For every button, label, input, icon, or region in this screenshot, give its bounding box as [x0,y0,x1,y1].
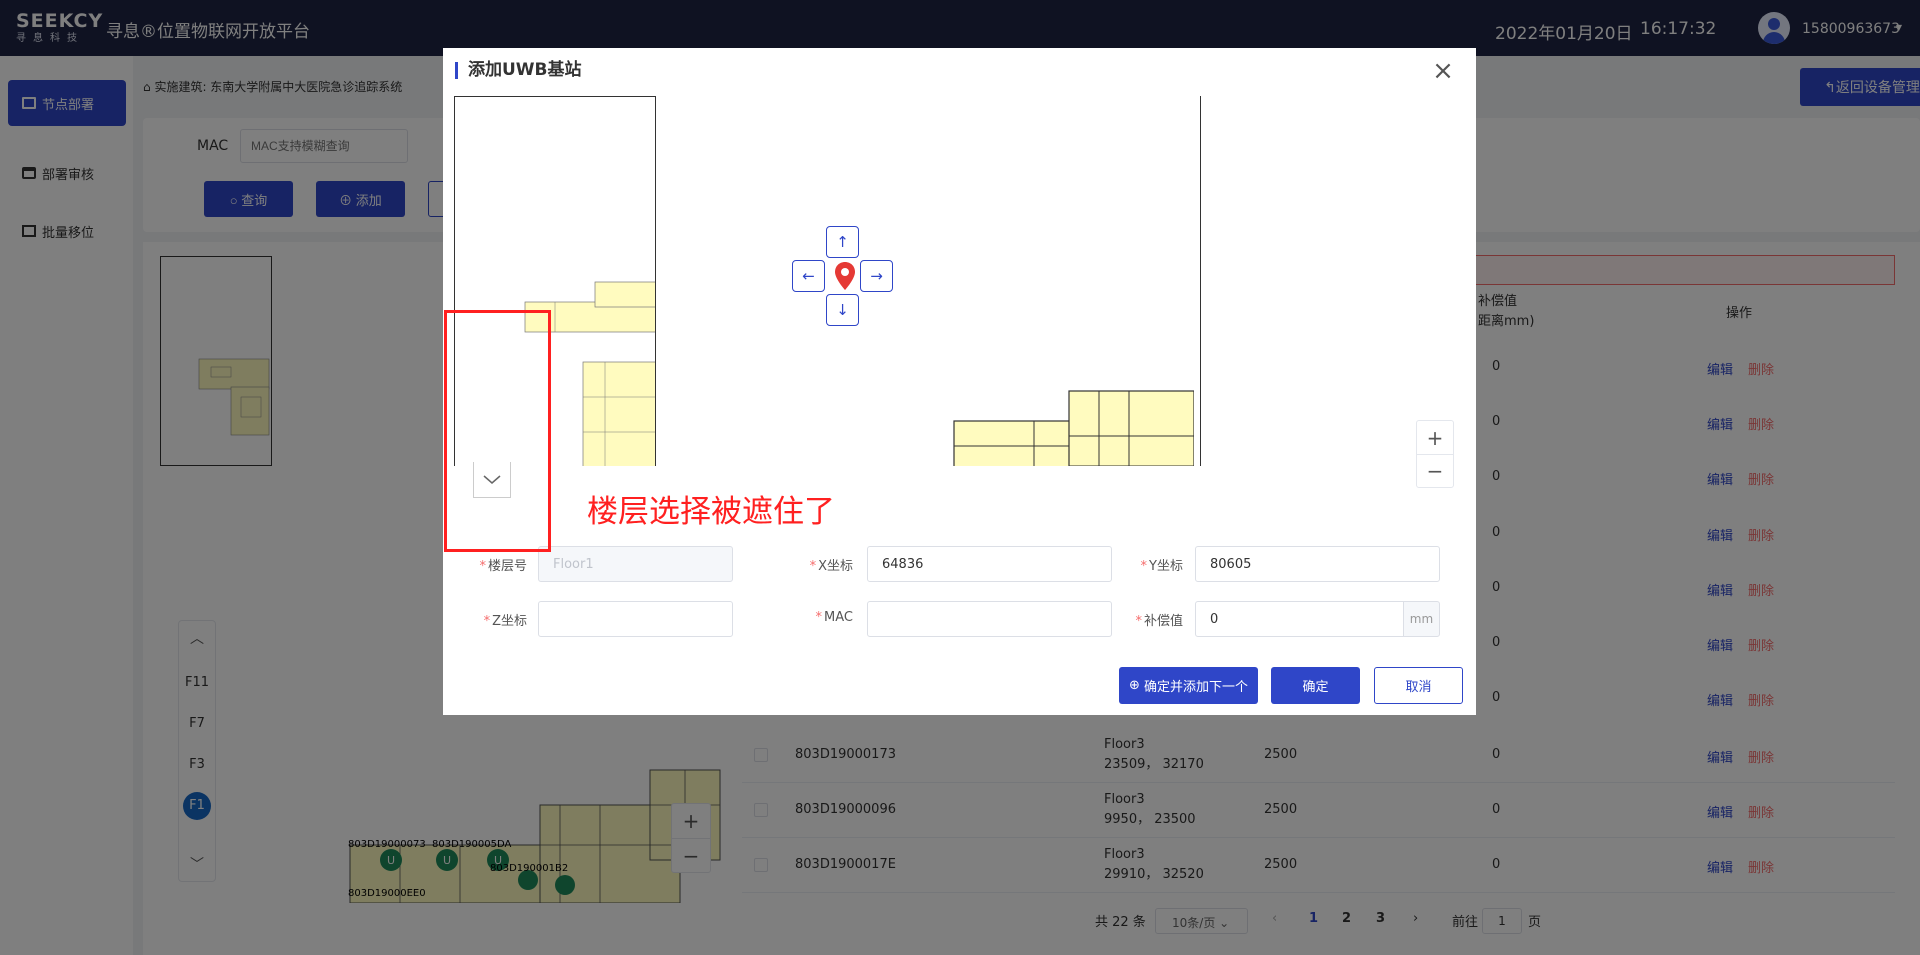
location-pin-icon [835,262,855,290]
move-up-button[interactable]: ↑ [826,226,859,258]
add-uwb-station-dialog: 添加UWB基站 × ↑ ← → ↓ + − * 楼层号 Floor1 * X坐标… [443,48,1476,715]
y-coordinate-label: * Y坐标 [1140,559,1183,574]
move-left-button[interactable]: ← [792,260,825,292]
zoom-in-button[interactable]: + [1417,421,1453,454]
plus-circle-icon: ⊕ [1128,678,1144,693]
floor-field-label: * 楼层号 [479,559,527,574]
mac-field-label: * MAC [815,610,853,625]
annotation-text: 楼层选择被遮住了 [587,494,835,530]
x-coordinate-label: * X坐标 [809,559,853,574]
zoom-out-button[interactable]: − [1417,454,1453,487]
confirm-and-add-next-button[interactable]: ⊕ 确定并添加下一个 [1119,667,1258,704]
annotation-highlight-box [444,310,551,552]
confirm-button[interactable]: 确定 [1271,667,1360,704]
compensation-unit: mm [1403,601,1440,637]
close-icon[interactable]: × [1430,58,1456,86]
z-coordinate-label: * Z坐标 [483,614,527,629]
station-placement-map[interactable] [454,96,1466,466]
floor-field[interactable]: Floor1 [538,546,733,582]
dialog-map-zoom-controls: + − [1416,420,1454,488]
y-coordinate-field[interactable]: 80605 [1195,546,1440,582]
move-down-button[interactable]: ↓ [826,294,859,326]
dialog-title: 添加UWB基站 [455,62,582,79]
z-coordinate-field[interactable] [538,601,733,637]
main-floorplan[interactable] [884,386,1194,466]
cancel-button[interactable]: 取消 [1374,667,1463,704]
compensation-label: * 补偿值 [1135,614,1183,629]
x-coordinate-field[interactable]: 64836 [867,546,1112,582]
mac-field[interactable] [867,601,1112,637]
move-right-button[interactable]: → [860,260,893,292]
map-divider [1200,96,1201,466]
compensation-field[interactable]: 0 [1195,601,1404,637]
